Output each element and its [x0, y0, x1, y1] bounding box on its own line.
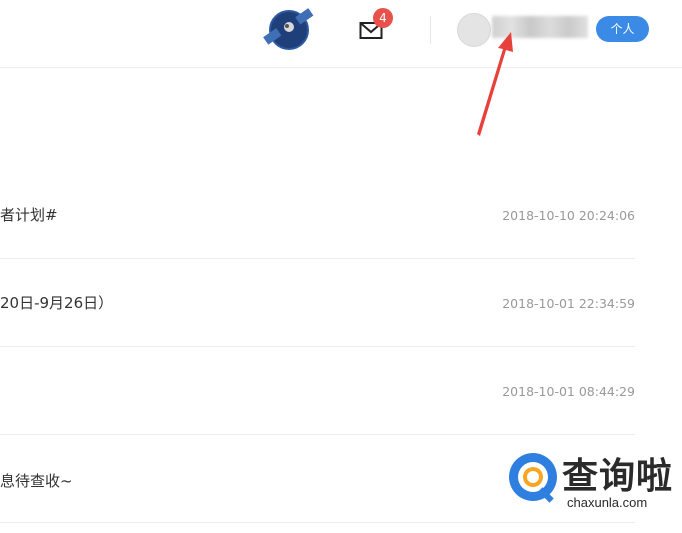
watermark: 查询啦 chaxunla.com — [505, 447, 680, 515]
watermark-logo-icon — [509, 453, 557, 503]
avatar[interactable] — [457, 13, 491, 47]
list-item-title: 20日-9月26日） — [0, 294, 114, 312]
list-item[interactable]: 者计划# 2018-10-10 20:24:06 — [0, 170, 635, 259]
page: 4 个人 者计划# 2018-10-10 20:24:06 20日-9月26日）… — [0, 0, 682, 533]
list-item-date: 2018-10-10 20:24:06 — [502, 208, 635, 223]
personal-button[interactable]: 个人 — [596, 16, 649, 42]
satellite-icon[interactable] — [262, 6, 314, 52]
list-item[interactable]: 2018-10-01 08:44:29 — [0, 346, 635, 435]
username-blurred[interactable] — [492, 16, 588, 38]
list-item-date: 2018-10-01 22:34:59 — [502, 296, 635, 311]
unread-badge: 4 — [373, 8, 393, 28]
watermark-url: chaxunla.com — [567, 495, 648, 510]
header-divider — [430, 16, 431, 44]
list-item[interactable]: 20日-9月26日） 2018-10-01 22:34:59 — [0, 258, 635, 347]
watermark-text: 查询啦 — [562, 456, 674, 497]
list-item-date: 2018-10-01 08:44:29 — [502, 384, 635, 399]
top-header: 4 个人 — [0, 0, 682, 68]
list-item-title: 者计划# — [0, 206, 58, 224]
list-item-title: 息待查收~ — [0, 472, 73, 490]
